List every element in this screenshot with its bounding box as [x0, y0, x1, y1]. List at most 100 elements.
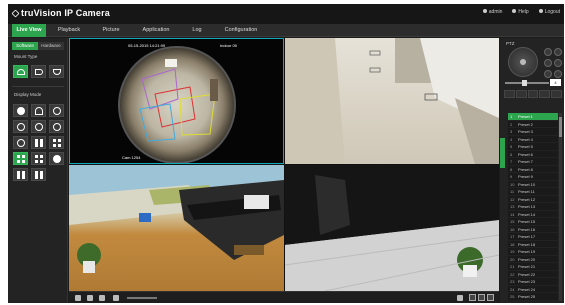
layout-1-icon[interactable] [469, 294, 476, 301]
fisheye-ptz-icon [35, 123, 43, 131]
preset-item[interactable]: 13 Preset 13 [508, 203, 558, 211]
layout-4-icon[interactable] [478, 294, 485, 301]
menu-configuration[interactable]: Configuration [214, 24, 268, 37]
preset-item[interactable]: 22 Preset 22 [508, 271, 558, 278]
wiper-icon[interactable] [515, 90, 527, 98]
menu-picture[interactable]: Picture [90, 24, 132, 37]
fullscreen-icon[interactable] [457, 295, 463, 301]
mode-full-button[interactable] [49, 152, 64, 165]
menu-live-view[interactable]: Live View [12, 24, 46, 37]
fisheye-osd-footer: Cam 1254 [122, 155, 141, 160]
menu-playback[interactable]: Playback [48, 24, 90, 37]
mode-panorama-180-button[interactable] [31, 104, 46, 117]
ceiling-mount-button[interactable] [13, 65, 28, 78]
preset-item[interactable]: 5 Preset 5 [508, 143, 558, 151]
user-link[interactable]: admin [482, 9, 502, 15]
mode-fisheye-button[interactable] [13, 104, 28, 117]
mode-quad-ptz-button[interactable] [49, 136, 64, 149]
preset-label: Preset 22 [518, 271, 536, 277]
preset-item[interactable]: 17 Preset 17 [508, 233, 558, 241]
top-links: admin Help Logout [482, 9, 560, 15]
preset-item[interactable]: 16 Preset 16 [508, 226, 558, 233]
fisheye-pane[interactable]: 05-15-2015 14:21:09 Indoor 05 Cam 1254 [69, 38, 284, 164]
preset-item[interactable]: 10 Preset 10 [508, 181, 558, 188]
focus-near-icon[interactable] [544, 59, 552, 67]
preset-item[interactable]: 24 Preset 24 [508, 286, 558, 293]
preset-label: Preset 19 [518, 249, 536, 254]
mode-multi-view-button[interactable] [31, 152, 46, 165]
help-link[interactable]: Help [512, 9, 529, 15]
mode-fisheye-ptz-button[interactable] [31, 120, 46, 133]
preset-item[interactable]: 25 Preset 25 [508, 293, 558, 301]
mode-fullscreen-button[interactable] [31, 168, 46, 181]
preset-tab-handle[interactable] [500, 138, 505, 168]
preset-item[interactable]: 7 Preset 7 [508, 158, 558, 166]
mode-panorama-ptz-button[interactable] [49, 120, 64, 133]
app-window: truVision IP Camera admin Help Logout Li… [8, 4, 564, 303]
preset-item[interactable]: 18 Preset 18 [508, 241, 558, 248]
preset-item[interactable]: 8 Preset 8 [508, 166, 558, 173]
room-view-pane[interactable] [285, 38, 499, 164]
preset-item[interactable]: 23 Preset 23 [508, 278, 558, 286]
zoom-out-icon[interactable] [554, 48, 562, 56]
preset-number: 24 [510, 286, 515, 292]
menu-log[interactable]: Log [180, 24, 214, 37]
focus-far-icon[interactable] [554, 59, 562, 67]
volume-icon[interactable] [113, 295, 119, 301]
preset-label: Preset 9 [518, 174, 533, 179]
mode-ptz-button[interactable] [13, 120, 28, 133]
live-video-area[interactable]: 05-15-2015 14:21:09 Indoor 05 Cam 1254 [69, 38, 499, 291]
preset-item[interactable]: 2 Preset 2 [508, 121, 558, 128]
preset-item[interactable]: 4 Preset 4 [508, 136, 558, 143]
tab-hardware[interactable]: Hardware [38, 42, 64, 50]
volume-slider[interactable] [127, 297, 157, 299]
preset-number: 13 [510, 204, 515, 209]
iris-open-icon[interactable] [544, 70, 552, 78]
mount-type-label: Mount Type [14, 54, 38, 59]
one-touch-focus-icon[interactable] [527, 90, 539, 98]
light-icon[interactable] [504, 90, 515, 98]
stop-all-icon[interactable] [75, 295, 81, 301]
tab-software[interactable]: Software [12, 42, 38, 50]
preset-item[interactable]: 19 Preset 19 [508, 248, 558, 256]
record-icon[interactable] [99, 295, 105, 301]
zoom-in-icon[interactable] [544, 48, 552, 56]
office-view-pane[interactable] [69, 165, 284, 291]
preset-item[interactable]: 6 Preset 6 [508, 151, 558, 158]
preset-item[interactable]: 15 Preset 15 [508, 218, 558, 226]
logout-link[interactable]: Logout [538, 9, 560, 15]
preset-item[interactable]: 20 Preset 20 [508, 256, 558, 263]
mode-dual-panorama-button[interactable] [31, 136, 46, 149]
menu-application[interactable]: Application [132, 24, 180, 37]
preset-item[interactable]: 1 Preset 1 [508, 113, 558, 121]
mode-split-button[interactable] [13, 136, 28, 149]
ptz-speed-knob[interactable] [522, 80, 527, 86]
preset-toolbar [504, 90, 562, 98]
wall-mount-button[interactable] [31, 65, 46, 78]
mode-expand-button[interactable] [13, 168, 28, 181]
snapshot-icon[interactable] [87, 295, 93, 301]
preset-item[interactable]: 9 Preset 9 [508, 173, 558, 181]
lens-init-icon[interactable] [539, 90, 551, 98]
layout-9-icon[interactable] [487, 294, 494, 301]
preset-label: Preset 25 [518, 294, 536, 299]
preset-item[interactable]: 3 Preset 3 [508, 128, 558, 136]
brand-logo: truVision IP Camera [11, 8, 110, 18]
preset-scrollbar[interactable] [559, 113, 562, 301]
table-mount-button[interactable] [49, 65, 64, 78]
mode-panorama-360-button[interactable] [49, 104, 64, 117]
preset-item[interactable]: 14 Preset 14 [508, 211, 558, 218]
preset-item[interactable]: 12 Preset 12 [508, 196, 558, 203]
iris-close-icon[interactable] [554, 70, 562, 78]
preset-item[interactable]: 21 Preset 21 [508, 263, 558, 271]
ptz-joystick[interactable] [508, 47, 538, 77]
hall-view-pane[interactable] [285, 165, 499, 291]
mode-quad-view-button[interactable] [13, 152, 28, 165]
quad-ptz-icon [53, 139, 61, 147]
aux-icon[interactable] [551, 90, 562, 98]
ceiling-mount-icon [17, 69, 25, 75]
preset-number: 14 [510, 211, 515, 217]
ptz-speed-slider[interactable] [505, 82, 549, 84]
preset-item[interactable]: 11 Preset 11 [508, 188, 558, 196]
preset-number: 4 [510, 136, 513, 142]
